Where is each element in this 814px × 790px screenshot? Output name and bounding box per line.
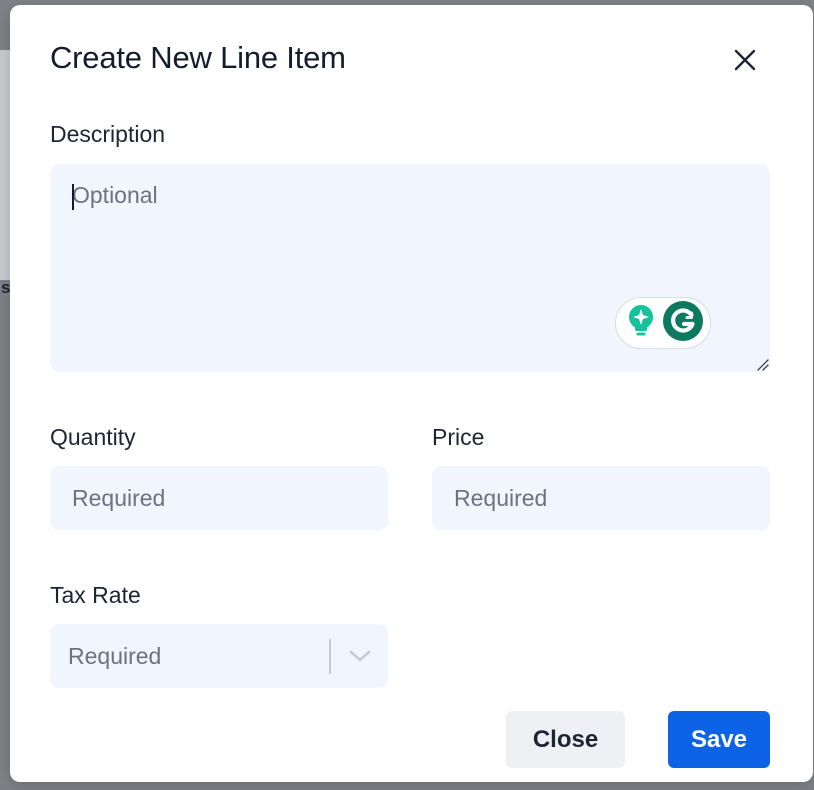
description-field-container: [50, 164, 770, 372]
grammarly-widget[interactable]: [615, 297, 711, 349]
close-button[interactable]: Close: [506, 711, 625, 768]
background-panel-edge: s: [0, 50, 10, 297]
quantity-field[interactable]: [50, 466, 388, 530]
price-field-container: [432, 466, 770, 530]
price-label: Price: [432, 424, 485, 450]
select-divider: [329, 639, 331, 674]
chevron-down-icon[interactable]: [347, 646, 373, 666]
close-icon[interactable]: [728, 43, 762, 77]
tax-rate-select-value: Required: [68, 643, 162, 669]
tax-rate-label: Tax Rate: [50, 582, 141, 608]
modal-title: Create New Line Item: [50, 40, 346, 75]
create-line-item-modal: Create New Line Item Description Optiona…: [10, 5, 813, 782]
lightbulb-sparkle-icon[interactable]: [626, 304, 656, 343]
description-label: Description: [50, 121, 166, 147]
save-button[interactable]: Save: [668, 711, 770, 768]
tax-rate-select[interactable]: Required: [50, 624, 388, 688]
text-cursor: [72, 184, 74, 210]
price-field[interactable]: [432, 466, 770, 530]
grammarly-g-icon[interactable]: [662, 300, 704, 347]
quantity-field-container: [50, 466, 388, 530]
resize-handle-icon[interactable]: [755, 357, 769, 371]
quantity-label: Quantity: [50, 424, 136, 450]
